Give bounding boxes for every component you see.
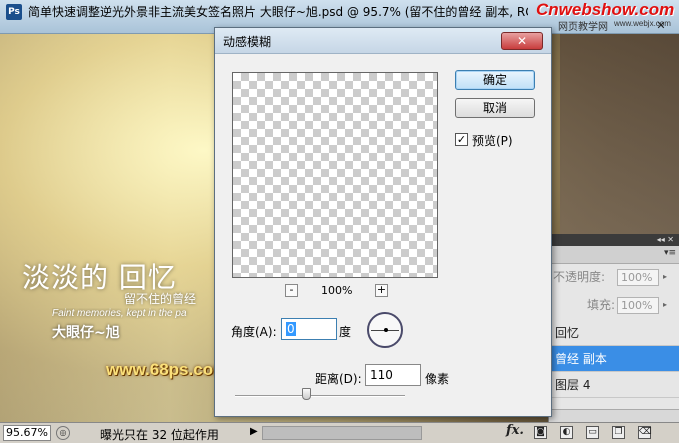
panel-tab-row: ▾≡ (549, 246, 679, 264)
zoom-out-button[interactable]: - (285, 284, 298, 297)
dialog-close-button[interactable]: ✕ (501, 32, 543, 50)
opacity-label: 不透明度: (553, 270, 605, 284)
preview-checkbox[interactable]: ✓ (455, 133, 468, 146)
artwork-english-line: Faint memories, kept in the pa (52, 308, 187, 319)
motion-blur-dialog: 动感模糊 ✕ - 100% + 确定 取消 ✓ 预览(P) 角度(A): 0 度… (214, 27, 552, 417)
layers-panel: ◂◂ ✕ ▾≡ 不透明度: 100% ▸ 填充: 100% ▸ 回忆 曾经 副本… (548, 234, 679, 422)
zoom-in-button[interactable]: + (375, 284, 388, 297)
angle-label: 角度(A): (231, 325, 277, 339)
status-message: 曝光只在 32 位起作用 (100, 428, 219, 442)
watermark-brand: Cnwebshow.com (536, 0, 675, 19)
distance-input[interactable]: 110 (365, 364, 421, 386)
opacity-dropdown-icon[interactable]: ▸ (663, 266, 667, 288)
artwork-subtitle: 留不住的曾经 (124, 292, 197, 306)
angle-input[interactable]: 0 (281, 318, 337, 340)
preview-checkbox-label: 预览(P) (472, 134, 513, 148)
fx-icon[interactable]: fx. (506, 423, 524, 438)
distance-slider-track[interactable] (235, 395, 405, 397)
preview-zoom-level: 100% (321, 284, 353, 297)
trash-icon[interactable]: ⌫ (638, 426, 652, 439)
artwork-author: 大眼仔~旭 (52, 325, 120, 341)
opacity-field[interactable]: 100% (617, 269, 659, 286)
filter-preview[interactable] (232, 72, 438, 278)
layer-item[interactable]: 图层 4 (549, 372, 679, 398)
angle-dial-center (384, 328, 388, 332)
watermark-sub: 网页教学网 (558, 22, 608, 33)
new-layer-icon[interactable]: ❐ (612, 426, 625, 439)
distance-label: 距离(D): (315, 372, 362, 386)
status-menu-arrow-icon[interactable]: ▶ (250, 426, 258, 437)
status-bar: 95.67% ◎ 曝光只在 32 位起作用 ▶ fx. ◙ ◐ ▭ ❐ ⌫ (0, 422, 679, 443)
layer-item[interactable]: 回忆 (549, 320, 679, 346)
group-folder-icon[interactable]: ▭ (586, 426, 599, 439)
angle-unit: 度 (339, 325, 352, 339)
artwork-site-url: www.68ps.com (106, 360, 229, 379)
mask-icon[interactable]: ◙ (534, 426, 547, 439)
window-title: 简单快速调整逆光外景非主流美女签名照片 大眼仔~旭.psd @ 95.7% (留… (28, 5, 528, 19)
angle-value: 0 (286, 322, 296, 336)
fill-label: 填充: (586, 298, 615, 312)
layers-panel-footer (549, 409, 679, 422)
angle-dial-icon[interactable] (367, 312, 403, 348)
dialog-titlebar[interactable]: 动感模糊 ✕ (215, 28, 551, 54)
distance-unit: 像素 (425, 372, 450, 386)
photoshop-icon: Ps (6, 4, 22, 20)
horizontal-scrollbar[interactable] (262, 426, 422, 440)
distance-slider-thumb[interactable] (302, 388, 312, 400)
panel-collapse-controls[interactable]: ◂◂ ✕ (549, 234, 679, 246)
layer-item-selected[interactable]: 曾经 副本 (549, 346, 679, 372)
cancel-button[interactable]: 取消 (455, 98, 535, 118)
window-close-icon[interactable]: ✕ (654, 20, 668, 32)
fill-row: 填充: 100% ▸ (549, 294, 679, 316)
info-icon[interactable]: ◎ (56, 426, 70, 440)
fill-dropdown-icon[interactable]: ▸ (663, 294, 667, 316)
panel-menu-icon[interactable]: ▾≡ (664, 248, 676, 258)
adjustment-layer-icon[interactable]: ◐ (560, 426, 573, 439)
opacity-row: 不透明度: 100% ▸ (549, 266, 679, 288)
dialog-title: 动感模糊 (223, 35, 272, 49)
ok-button[interactable]: 确定 (455, 70, 535, 90)
zoom-field[interactable]: 95.67% (3, 425, 51, 441)
fill-field[interactable]: 100% (617, 297, 659, 314)
